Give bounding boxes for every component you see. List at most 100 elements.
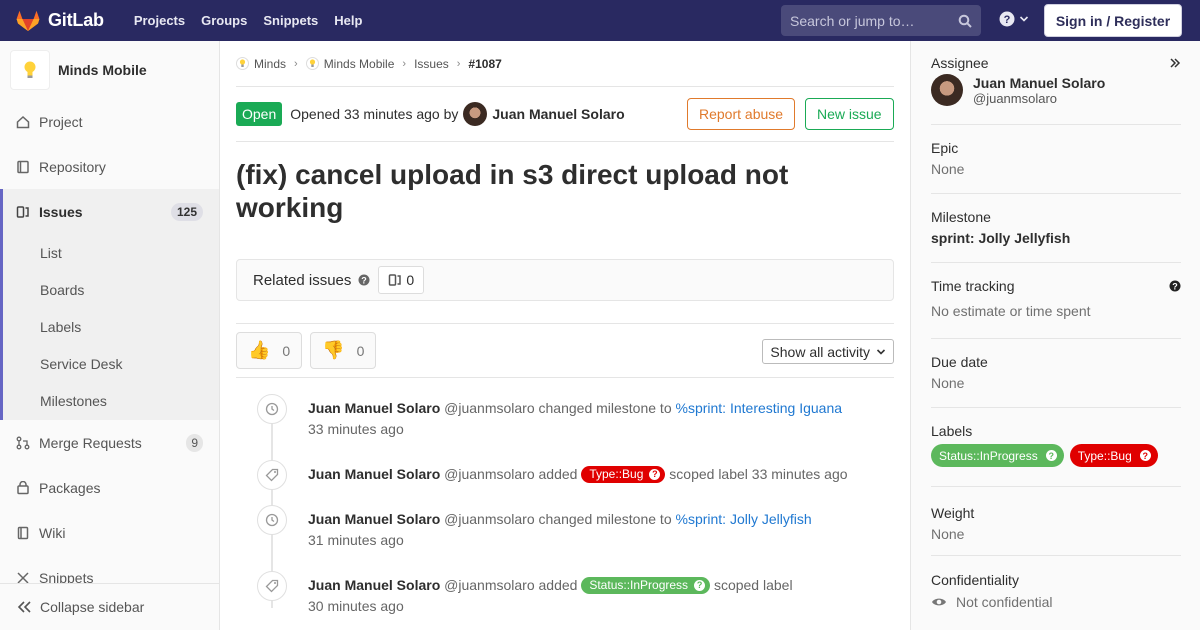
weight-value: None <box>931 526 965 542</box>
lightbulb-icon <box>24 61 36 78</box>
note-suffix: scoped label <box>669 466 748 482</box>
chevron-down-icon <box>1019 16 1029 22</box>
author-name[interactable]: Juan Manuel Solaro <box>492 106 624 122</box>
nav-projects[interactable]: Projects <box>126 0 193 41</box>
assignee-row[interactable]: Juan Manuel Solaro @juanmsolaro <box>931 74 1181 106</box>
breadcrumb-issue-id[interactable]: #1087 <box>468 57 501 71</box>
merge-requests-count-badge: 9 <box>186 433 203 452</box>
gitlab-logo[interactable]: GitLab <box>16 0 104 41</box>
sidebar-item-issues[interactable]: Issues 125 <box>0 189 219 234</box>
nav-links: Projects Groups Snippets Help <box>126 0 371 41</box>
collapse-label: Collapse sidebar <box>40 599 145 615</box>
note-text: Juan Manuel Solaro @juanmsolaro changed … <box>308 509 812 565</box>
type-bug-label[interactable]: Type::Bug? <box>1069 444 1158 467</box>
issues-subnav: List Boards Labels Service Desk Mileston… <box>0 234 219 420</box>
double-chevron-right-icon[interactable] <box>1169 57 1181 69</box>
package-icon <box>16 480 30 495</box>
due-date-value: None <box>931 375 965 391</box>
sidebar-item-project[interactable]: Project <box>0 99 219 144</box>
epic-value: None <box>931 161 965 177</box>
type-bug-label[interactable]: Type::Bug? <box>581 465 666 483</box>
tag-icon <box>257 571 287 601</box>
new-issue-button[interactable]: New issue <box>805 98 894 130</box>
nav-snippets[interactable]: Snippets <box>255 0 326 41</box>
activity-filter-dropdown[interactable]: Show all activity <box>762 339 894 364</box>
timeline-note: Juan Manuel Solaro @juanmsolaro changed … <box>236 388 894 454</box>
subnav-boards[interactable]: Boards <box>3 271 219 308</box>
subnav-labels[interactable]: Labels <box>3 308 219 345</box>
note-time: 30 minutes ago <box>308 598 404 614</box>
collapse-sidebar-button[interactable]: Collapse sidebar <box>0 583 219 630</box>
project-header[interactable]: Minds Mobile <box>0 41 219 99</box>
search-placeholder: Search or jump to… <box>790 12 915 29</box>
nav-groups[interactable]: Groups <box>193 0 255 41</box>
milestone-value[interactable]: sprint: Jolly Jellyfish <box>931 230 1181 246</box>
issue-title: (fix) cancel upload in s3 direct upload … <box>236 159 789 223</box>
sidebar-item-label: Repository <box>39 158 106 175</box>
time-tracking-title: Time tracking <box>931 278 1015 294</box>
labels-list: Status::InProgress? Type::Bug? <box>931 444 1181 467</box>
question-icon[interactable]: ? <box>1169 280 1181 292</box>
subnav-list[interactable]: List <box>3 234 219 271</box>
sign-in-button[interactable]: Sign in / Register <box>1044 4 1182 37</box>
issues-count-badge: 125 <box>170 202 203 221</box>
status-inprogress-label[interactable]: Status::InProgress? <box>581 576 711 594</box>
thumbs-up-button[interactable]: 👍 0 <box>236 332 303 369</box>
sidebar-item-wiki[interactable]: Wiki <box>0 510 219 555</box>
note-author[interactable]: Juan Manuel Solaro <box>308 577 440 593</box>
sidebar-item-merge-requests[interactable]: Merge Requests 9 <box>0 420 219 465</box>
sidebar-item-label: Project <box>39 113 83 130</box>
tanuki-icon <box>16 10 40 31</box>
breadcrumb-minds[interactable]: Minds <box>236 57 286 71</box>
sidebar-item-packages[interactable]: Packages <box>0 465 219 510</box>
milestone-block: Milestone sprint: Jolly Jellyfish <box>931 194 1181 263</box>
lightbulb-icon <box>236 57 249 70</box>
note-text: Juan Manuel Solaro @juanmsolaro added Ty… <box>308 464 848 499</box>
note-handle[interactable]: @juanmsolaro <box>444 400 534 416</box>
search-input[interactable]: Search or jump to… <box>781 5 981 36</box>
subnav-service-desk[interactable]: Service Desk <box>3 345 219 382</box>
related-issues: Related issues ? 0 <box>236 259 894 301</box>
svg-text:?: ? <box>362 275 368 285</box>
note-time: 31 minutes ago <box>308 532 404 548</box>
milestone-link[interactable]: %sprint: Jolly Jellyfish <box>676 511 812 527</box>
note-handle[interactable]: @juanmsolaro <box>444 466 534 482</box>
related-issues-count[interactable]: 0 <box>378 266 425 294</box>
note-author[interactable]: Juan Manuel Solaro <box>308 466 440 482</box>
note-handle[interactable]: @juanmsolaro <box>444 577 534 593</box>
milestone-link[interactable]: %sprint: Interesting Iguana <box>676 400 843 416</box>
question-icon: ? <box>1139 450 1151 461</box>
svg-text:?: ? <box>1172 281 1178 291</box>
project-sidebar: Minds Mobile Project Repository Issues 1… <box>0 41 220 630</box>
nav-help[interactable]: Help <box>326 0 370 41</box>
labels-block: Labels Status::InProgress? Type::Bug? <box>931 408 1181 487</box>
subnav-milestones[interactable]: Milestones <box>3 382 219 420</box>
help-dropdown[interactable]: ? <box>999 11 1029 27</box>
note-author[interactable]: Juan Manuel Solaro <box>308 400 440 416</box>
project-name: Minds Mobile <box>58 62 147 78</box>
top-navbar: GitLab Projects Groups Snippets Help Sea… <box>0 0 1200 41</box>
note-text: Juan Manuel Solaro @juanmsolaro added St… <box>308 575 793 630</box>
avatar[interactable] <box>463 102 488 126</box>
milestone-title: Milestone <box>931 209 991 225</box>
note-author[interactable]: Juan Manuel Solaro <box>308 511 440 527</box>
sidebar-item-repository[interactable]: Repository <box>0 144 219 189</box>
search-icon <box>958 14 972 28</box>
note-time: 33 minutes ago <box>751 466 848 482</box>
merge-request-icon <box>16 436 30 450</box>
related-issues-title: Related issues <box>253 271 352 289</box>
note-action: changed milestone to <box>538 511 672 527</box>
weight-title: Weight <box>931 505 975 521</box>
labels-title: Labels <box>931 423 973 439</box>
question-icon[interactable]: ? <box>358 274 370 286</box>
opened-info: Opened 33 minutes ago by Juan Manuel Sol… <box>290 102 625 126</box>
question-icon: ? <box>999 11 1015 27</box>
breadcrumb-minds-mobile[interactable]: Minds Mobile <box>305 57 394 71</box>
note-handle[interactable]: @juanmsolaro <box>444 511 534 527</box>
issues-icon <box>16 205 30 219</box>
thumbs-down-button[interactable]: 👎 0 <box>310 332 377 369</box>
status-inprogress-label[interactable]: Status::InProgress? <box>931 444 1064 467</box>
lightbulb-icon <box>305 57 319 70</box>
breadcrumb-issues[interactable]: Issues <box>414 57 449 71</box>
report-abuse-button[interactable]: Report abuse <box>687 98 796 130</box>
